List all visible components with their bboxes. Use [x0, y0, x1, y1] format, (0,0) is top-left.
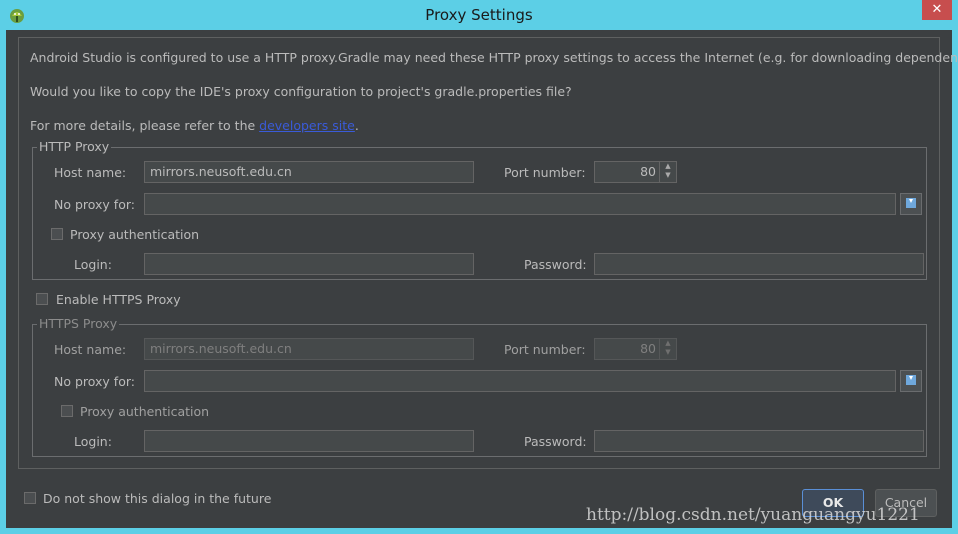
http-login-input[interactable]: [144, 253, 474, 275]
https-no-proxy-label: No proxy for:: [54, 374, 135, 389]
http-proxy-group-title: HTTP Proxy: [37, 139, 112, 154]
close-button[interactable]: ✕: [922, 0, 952, 20]
https-auth-label: Proxy authentication: [80, 404, 210, 419]
dont-show-label: Do not show this dialog in the future: [43, 491, 272, 506]
browse-icon: [906, 375, 916, 385]
http-port-label: Port number:: [504, 165, 586, 180]
https-host-label: Host name:: [54, 342, 127, 357]
https-password-input[interactable]: [594, 430, 924, 452]
dont-show-checkbox[interactable]: [24, 492, 36, 504]
https-no-proxy-input[interactable]: [144, 370, 896, 392]
https-port-label: Port number:: [504, 342, 586, 357]
http-login-label: Login:: [74, 257, 112, 272]
http-auth-checkbox[interactable]: [51, 228, 63, 240]
https-host-input[interactable]: mirrors.neusoft.edu.cn: [144, 338, 474, 360]
info-details-prefix: For more details, please refer to the: [30, 118, 260, 133]
info-text-copy-question: Would you like to copy the IDE's proxy c…: [30, 84, 572, 99]
https-proxy-group: HTTPS Proxy Host name: mirrors.neusoft.e…: [32, 317, 927, 457]
http-no-proxy-browse-button[interactable]: [900, 193, 922, 215]
enable-https-checkbox[interactable]: [36, 293, 48, 305]
https-proxy-group-title: HTTPS Proxy: [37, 316, 120, 331]
https-auth-checkbox[interactable]: [61, 405, 73, 417]
spinner-arrows-icon[interactable]: ▲ ▼: [659, 339, 676, 359]
http-no-proxy-label: No proxy for:: [54, 197, 135, 212]
https-login-input[interactable]: [144, 430, 474, 452]
browse-icon: [906, 198, 916, 208]
info-details-suffix: .: [354, 118, 359, 133]
info-text-details: For more details, please refer to the de…: [30, 118, 359, 133]
http-password-label: Password:: [524, 257, 587, 272]
title-bar: Proxy Settings ✕: [0, 0, 958, 30]
close-icon: ✕: [931, 2, 943, 17]
developers-site-link[interactable]: developers site: [259, 118, 355, 133]
http-port-value: 80: [640, 164, 656, 179]
spinner-arrows-icon[interactable]: ▲ ▼: [659, 162, 676, 182]
http-no-proxy-input[interactable]: [144, 193, 896, 215]
http-host-label: Host name:: [54, 165, 127, 180]
settings-panel: Android Studio is configured to use a HT…: [18, 37, 958, 469]
info-text-proxy: Android Studio is configured to use a HT…: [30, 50, 958, 65]
https-login-label: Login:: [74, 434, 112, 449]
https-port-spinner[interactable]: 80 ▲ ▼: [594, 338, 677, 360]
https-no-proxy-browse-button[interactable]: [900, 370, 922, 392]
https-password-label: Password:: [524, 434, 587, 449]
http-auth-label: Proxy authentication: [70, 227, 200, 242]
enable-https-label: Enable HTTPS Proxy: [56, 292, 181, 307]
http-password-input[interactable]: [594, 253, 924, 275]
http-port-spinner[interactable]: 80 ▲ ▼: [594, 161, 677, 183]
watermark-url: http://blog.csdn.net/yuanguangyu1221: [586, 505, 920, 525]
dialog-body: Android Studio is configured to use a HT…: [6, 30, 958, 528]
https-port-value: 80: [640, 341, 656, 356]
http-host-input[interactable]: mirrors.neusoft.edu.cn: [144, 161, 474, 183]
http-proxy-group: HTTP Proxy Host name: mirrors.neusoft.ed…: [32, 140, 927, 280]
window-title: Proxy Settings: [425, 6, 533, 24]
